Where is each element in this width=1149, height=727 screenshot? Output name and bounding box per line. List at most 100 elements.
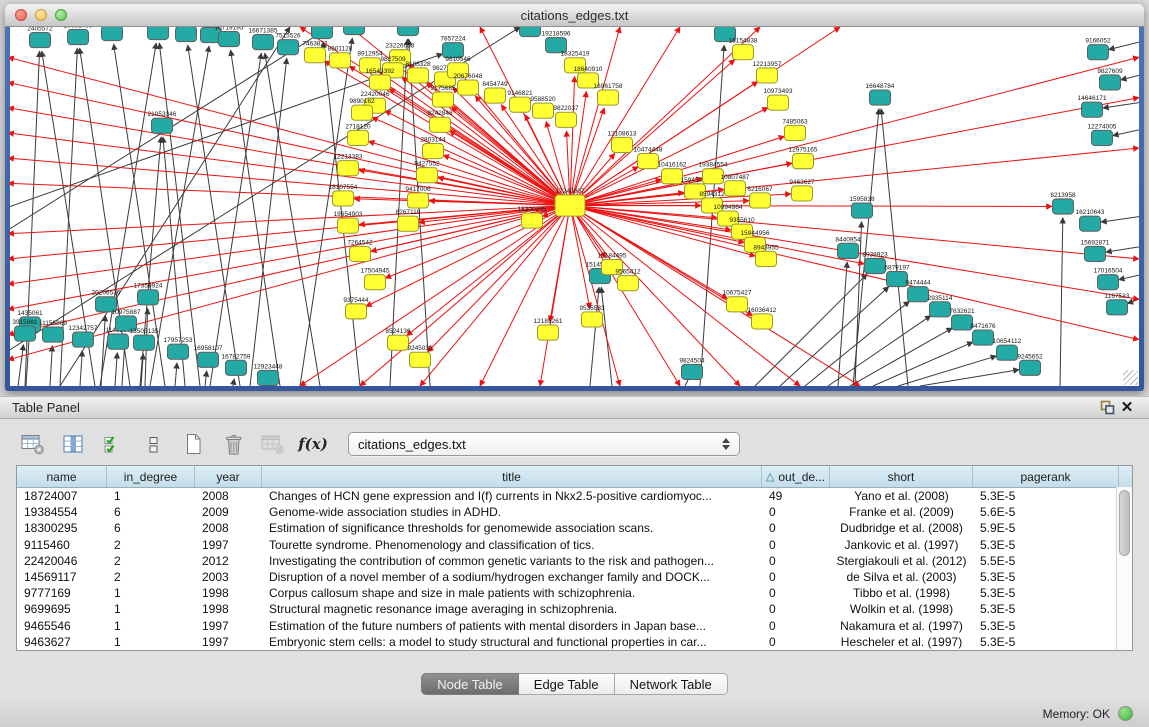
network-node[interactable]: 16543392 <box>366 68 395 90</box>
network-edge[interactable] <box>60 27 290 386</box>
column-header-title[interactable]: title <box>262 466 762 487</box>
network-edge[interactable] <box>10 205 570 334</box>
row-options-button[interactable] <box>140 432 166 456</box>
network-edge[interactable] <box>590 287 599 386</box>
network-node[interactable]: 9824504 <box>679 357 705 379</box>
table-row[interactable]: 2242004622012Investigating the contribut… <box>17 553 1132 569</box>
network-node[interactable]: 12342757 <box>69 325 98 347</box>
cell-title[interactable]: Estimation of significance thresholds fo… <box>262 521 762 535</box>
cell-out_de[interactable]: 0 <box>762 635 830 649</box>
network-node[interactable]: 8454749 <box>482 81 508 103</box>
network-node[interactable]: 15692871 <box>1081 239 1110 261</box>
cell-year[interactable]: 1998 <box>195 586 262 600</box>
network-node[interactable]: 12923448 <box>254 363 283 385</box>
cell-pagerank[interactable]: 5.3E-5 <box>973 602 1119 616</box>
column-header-year[interactable]: year <box>195 466 262 487</box>
network-node[interactable]: 17016504 <box>1094 268 1123 290</box>
network-node[interactable]: 16958107 <box>194 345 223 367</box>
network-edge[interactable] <box>570 205 1052 206</box>
cell-pagerank[interactable]: 5.3E-5 <box>973 635 1119 649</box>
cell-in_degree[interactable]: 2 <box>107 538 195 552</box>
network-node[interactable]: 9245033 <box>407 345 433 367</box>
network-node[interactable]: 7857224 <box>440 36 466 58</box>
network-node[interactable]: 16782759 <box>222 353 251 375</box>
network-edge[interactable] <box>115 353 117 386</box>
network-edge[interactable] <box>480 205 570 386</box>
network-node[interactable]: 20691406 <box>64 27 93 45</box>
network-node[interactable]: 12213957 <box>753 61 782 83</box>
network-edge[interactable] <box>1113 130 1139 136</box>
network-edge[interactable] <box>1121 75 1139 79</box>
network-node[interactable]: 8601128 <box>328 46 353 68</box>
network-node[interactable]: 8186328 <box>405 61 431 83</box>
network-node[interactable]: 6216067 <box>747 186 773 208</box>
network-node[interactable]: 12108613 <box>608 130 637 152</box>
table-row[interactable]: 969969511998Structural magnetic resonanc… <box>17 601 1132 617</box>
network-node[interactable]: 19654903 <box>334 211 363 233</box>
table-row[interactable]: 1830029562008Estimation of significance … <box>17 520 1132 536</box>
cell-title[interactable]: Tourette syndrome. Phenomenology and cla… <box>262 538 762 552</box>
network-node[interactable]: 1595838 <box>849 196 875 218</box>
network-node[interactable]: 11156869 <box>39 320 67 342</box>
network-edge[interactable] <box>210 53 261 386</box>
resize-grip-icon[interactable] <box>1123 370 1138 385</box>
network-node[interactable]: 3915981 <box>12 319 38 341</box>
cell-name[interactable]: 14569117 <box>17 570 107 584</box>
cell-name[interactable]: 9465546 <box>17 619 107 633</box>
cell-name[interactable]: 9115460 <box>17 538 107 552</box>
network-node[interactable]: 9535533 <box>579 305 605 327</box>
cell-in_degree[interactable]: 2 <box>107 554 195 568</box>
network-node[interactable]: 19218596 <box>542 31 571 53</box>
cell-title[interactable]: Corpus callosum shape and size in male p… <box>262 586 762 600</box>
close-window-button[interactable] <box>15 9 27 21</box>
network-edge[interactable] <box>1106 247 1139 252</box>
cell-year[interactable]: 2012 <box>195 554 262 568</box>
cell-in_degree[interactable]: 1 <box>107 635 195 649</box>
column-header-name[interactable]: name <box>17 466 107 487</box>
cell-in_degree[interactable]: 1 <box>107 619 195 633</box>
table-options-button[interactable] <box>20 432 46 456</box>
network-edge[interactable] <box>570 205 680 386</box>
network-edge[interactable] <box>1101 217 1139 222</box>
network-node[interactable]: 7906586 <box>341 27 367 35</box>
network-node[interactable]: 12274005 <box>1088 123 1117 145</box>
network-node[interactable]: 18300295 <box>518 206 547 228</box>
network-node[interactable]: 16053809 <box>394 27 423 36</box>
network-node[interactable]: 13505135 <box>130 328 159 350</box>
network-node[interactable]: 9588520 <box>530 96 556 118</box>
network-edge[interactable] <box>10 108 570 206</box>
network-node[interactable]: 10973493 <box>764 88 793 110</box>
network-edge[interactable] <box>360 205 570 386</box>
cell-out_de[interactable]: 0 <box>762 586 830 600</box>
network-node[interactable]: 1167533 <box>1105 293 1130 315</box>
cell-pagerank[interactable]: 5.3E-5 <box>973 489 1119 503</box>
table-row[interactable]: 1456911722003Disruption of a novel membe… <box>17 569 1132 585</box>
cell-title[interactable]: Structural magnetic resonance image aver… <box>262 602 762 616</box>
network-node[interactable]: 10807487 <box>721 174 750 196</box>
network-node[interactable]: 10653257 <box>144 27 173 40</box>
network-node[interactable]: 8813054 <box>517 27 543 37</box>
network-edge[interactable] <box>780 287 889 386</box>
cell-year[interactable]: 1998 <box>195 602 262 616</box>
cell-title[interactable]: Changes of HCN gene expression and I(f) … <box>262 489 762 503</box>
network-edge[interactable] <box>233 379 234 386</box>
network-node[interactable]: 18107554 <box>329 184 358 206</box>
network-edge[interactable] <box>101 315 105 386</box>
cell-in_degree[interactable]: 1 <box>107 586 195 600</box>
network-edge[interactable] <box>10 205 570 258</box>
network-node[interactable]: 9175685 <box>430 85 456 107</box>
cell-pagerank[interactable]: 5.6E-5 <box>973 505 1119 519</box>
minimize-window-button[interactable] <box>35 9 47 21</box>
cell-out_de[interactable]: 0 <box>762 538 830 552</box>
cell-title[interactable]: Embryonic stem cells: a model to study s… <box>262 635 762 649</box>
cell-in_degree[interactable]: 1 <box>107 489 195 503</box>
cell-year[interactable]: 1997 <box>195 619 262 633</box>
tab-node-table[interactable]: Node Table <box>421 673 519 695</box>
network-edge[interactable] <box>920 370 1019 386</box>
network-node[interactable]: 7485063 <box>782 118 808 140</box>
network-edge[interactable] <box>10 205 570 233</box>
zoom-window-button[interactable] <box>55 9 67 21</box>
select-columns-button[interactable] <box>100 432 126 456</box>
table-vertical-scrollbar[interactable] <box>1116 487 1132 650</box>
network-node[interactable]: 7264542 <box>347 239 373 261</box>
